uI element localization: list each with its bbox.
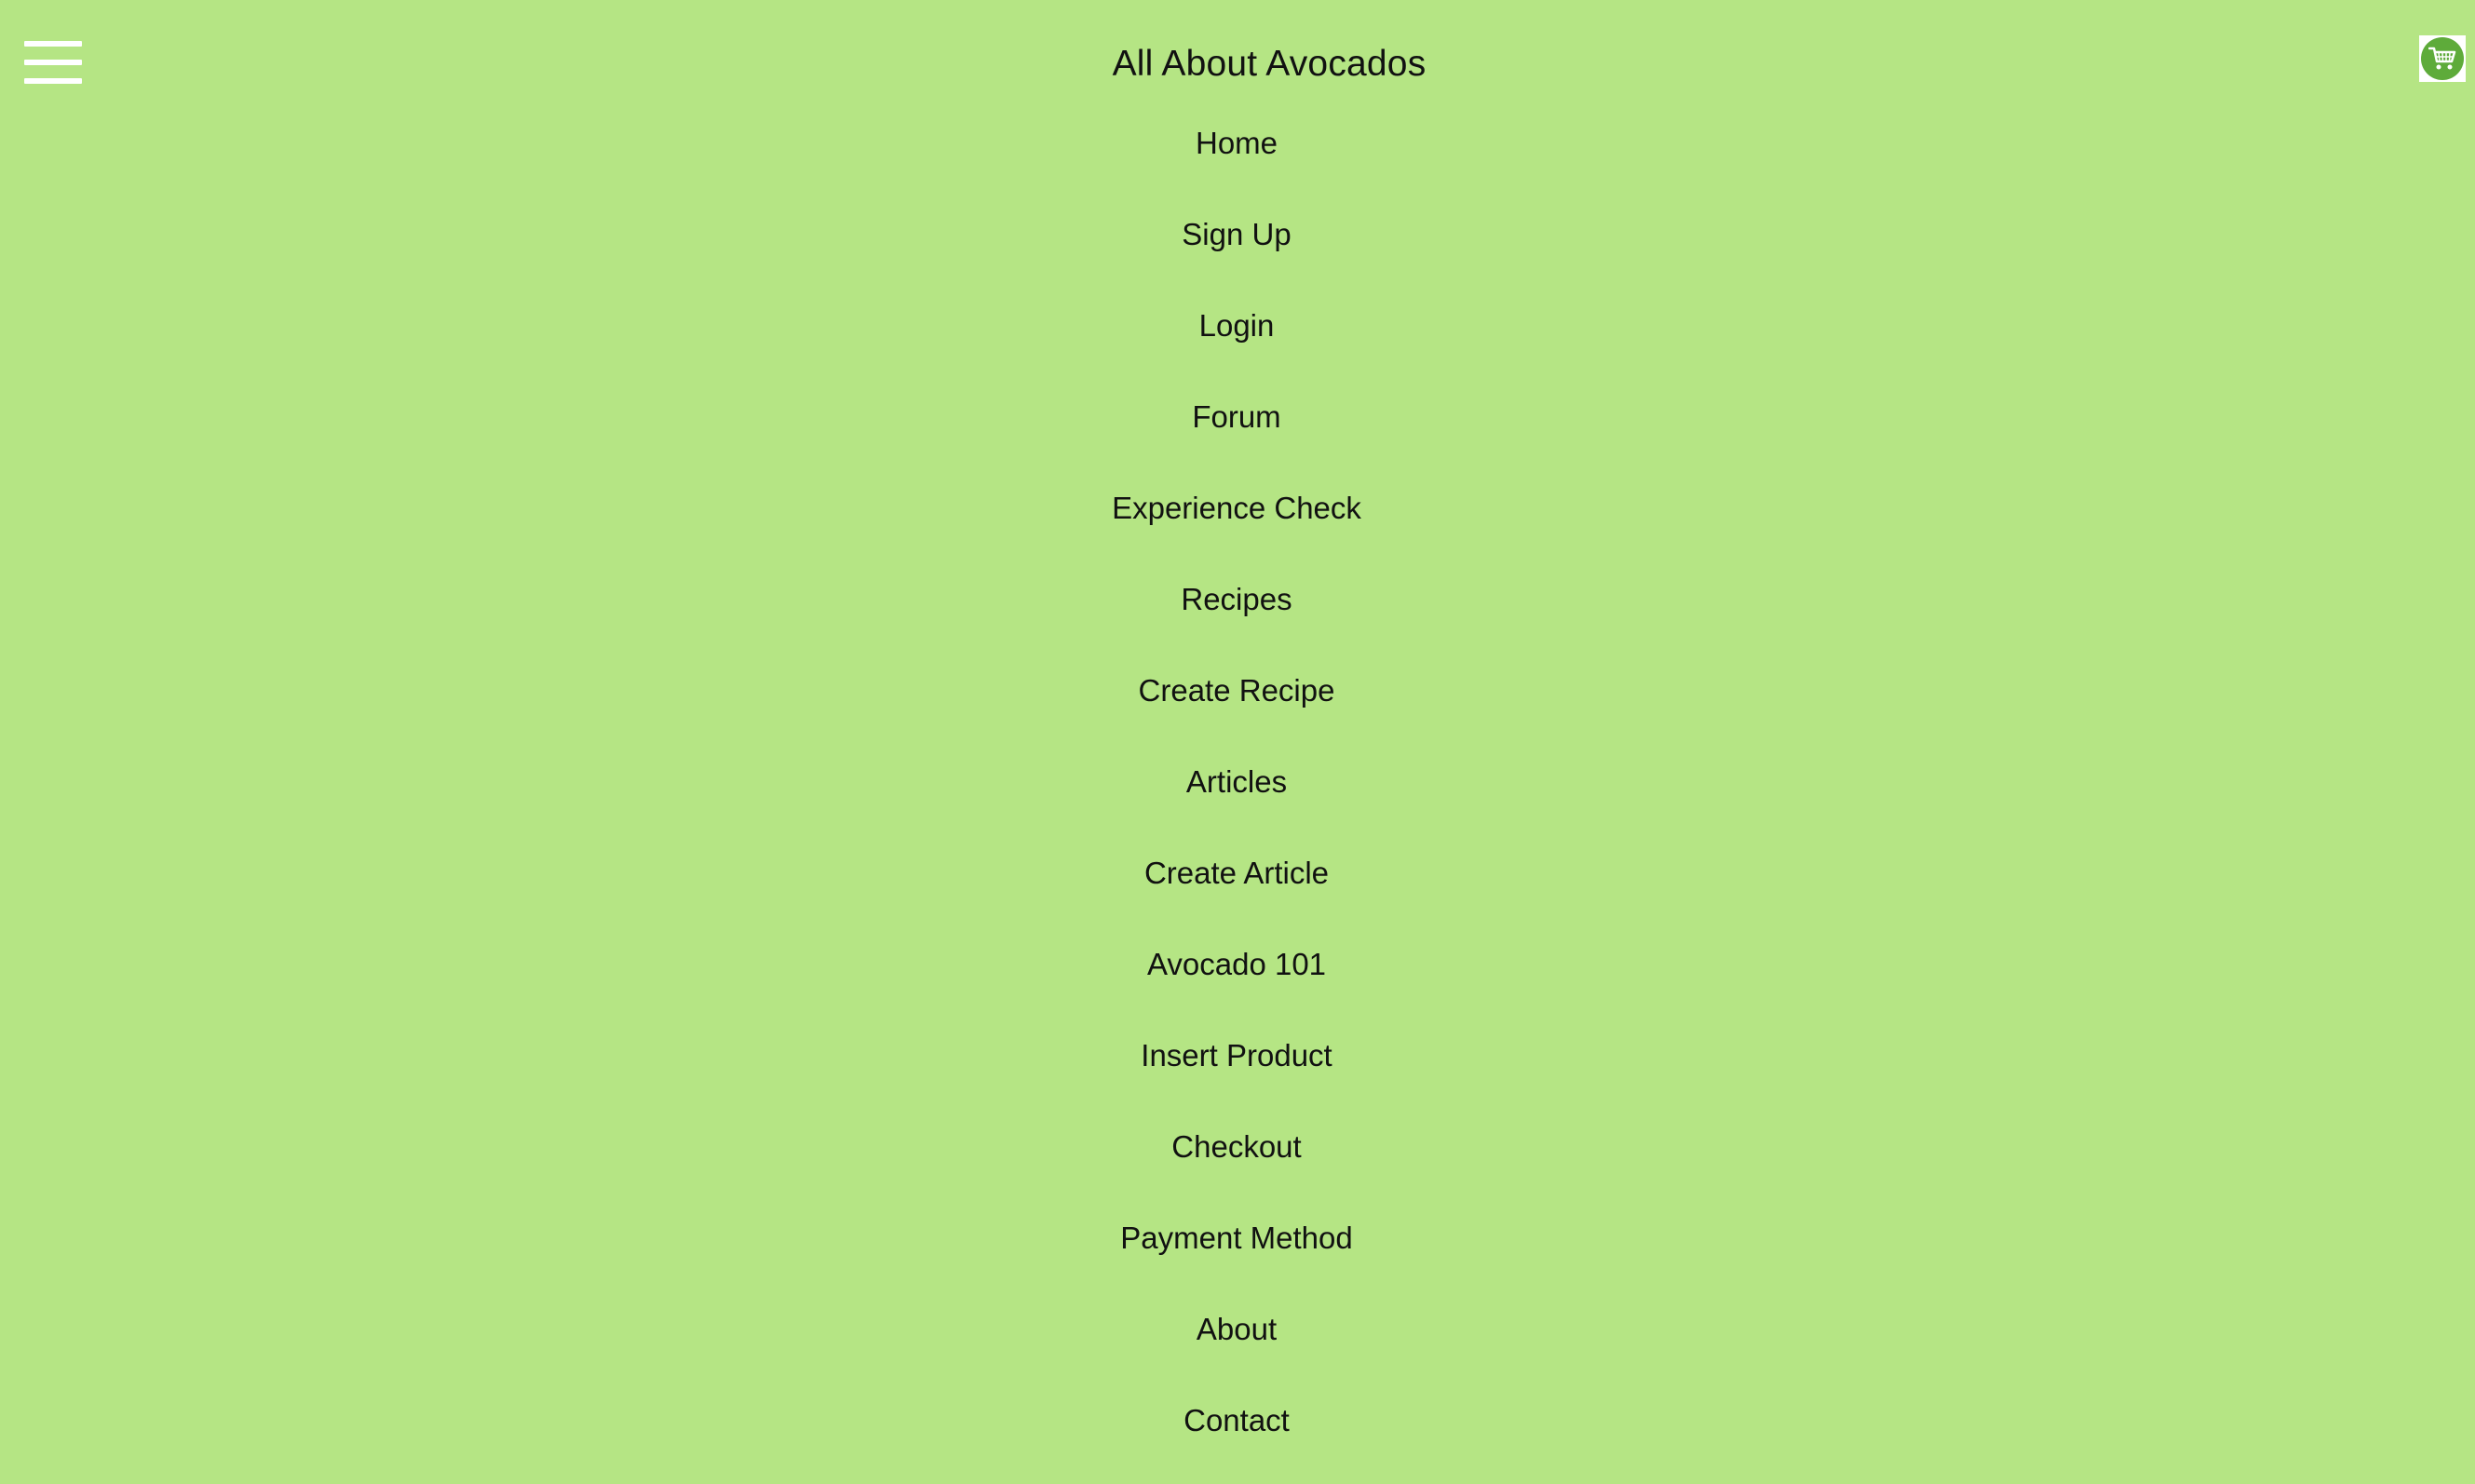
nav-link-home[interactable]: Home xyxy=(1196,115,1278,171)
nav-link-create-article[interactable]: Create Article xyxy=(1144,845,1329,901)
nav-link-experience-check[interactable]: Experience Check xyxy=(1112,480,1361,536)
nav-item-create-recipe: Create Recipe xyxy=(0,663,2473,754)
nav-item-articles: Articles xyxy=(0,754,2473,845)
nav-item-contact: Contact xyxy=(0,1393,2473,1484)
main-nav-list: Home Sign Up Login Forum Experience Chec… xyxy=(0,115,2473,1484)
nav-item-sign-up: Sign Up xyxy=(0,207,2473,298)
nav-item-checkout: Checkout xyxy=(0,1119,2473,1210)
nav-item-recipes: Recipes xyxy=(0,572,2473,663)
nav-link-about[interactable]: About xyxy=(1197,1302,1277,1357)
site-title: All About Avocados xyxy=(1112,44,1427,84)
shopping-cart-icon xyxy=(2421,37,2464,80)
nav-item-create-article: Create Article xyxy=(0,845,2473,937)
nav-item-home: Home xyxy=(0,115,2473,207)
nav-item-experience-check: Experience Check xyxy=(0,480,2473,572)
nav-item-avocado-101: Avocado 101 xyxy=(0,937,2473,1028)
nav-link-login[interactable]: Login xyxy=(1199,298,1275,354)
nav-link-sign-up[interactable]: Sign Up xyxy=(1182,207,1291,263)
nav-item-insert-product: Insert Product xyxy=(0,1028,2473,1119)
nav-item-about: About xyxy=(0,1302,2473,1393)
nav-link-insert-product[interactable]: Insert Product xyxy=(1141,1028,1332,1084)
nav-link-checkout[interactable]: Checkout xyxy=(1171,1119,1301,1175)
nav-link-articles[interactable]: Articles xyxy=(1186,754,1287,810)
nav-link-forum[interactable]: Forum xyxy=(1192,389,1280,445)
nav-item-login: Login xyxy=(0,298,2473,389)
nav-link-create-recipe[interactable]: Create Recipe xyxy=(1139,663,1335,719)
nav-link-avocado-101[interactable]: Avocado 101 xyxy=(1147,937,1326,992)
nav-link-payment-method[interactable]: Payment Method xyxy=(1120,1210,1352,1266)
nav-item-forum: Forum xyxy=(0,389,2473,480)
nav-link-recipes[interactable]: Recipes xyxy=(1181,572,1292,627)
cart-button[interactable] xyxy=(2419,35,2466,82)
nav-item-payment-method: Payment Method xyxy=(0,1210,2473,1302)
nav-link-contact[interactable]: Contact xyxy=(1183,1393,1290,1449)
